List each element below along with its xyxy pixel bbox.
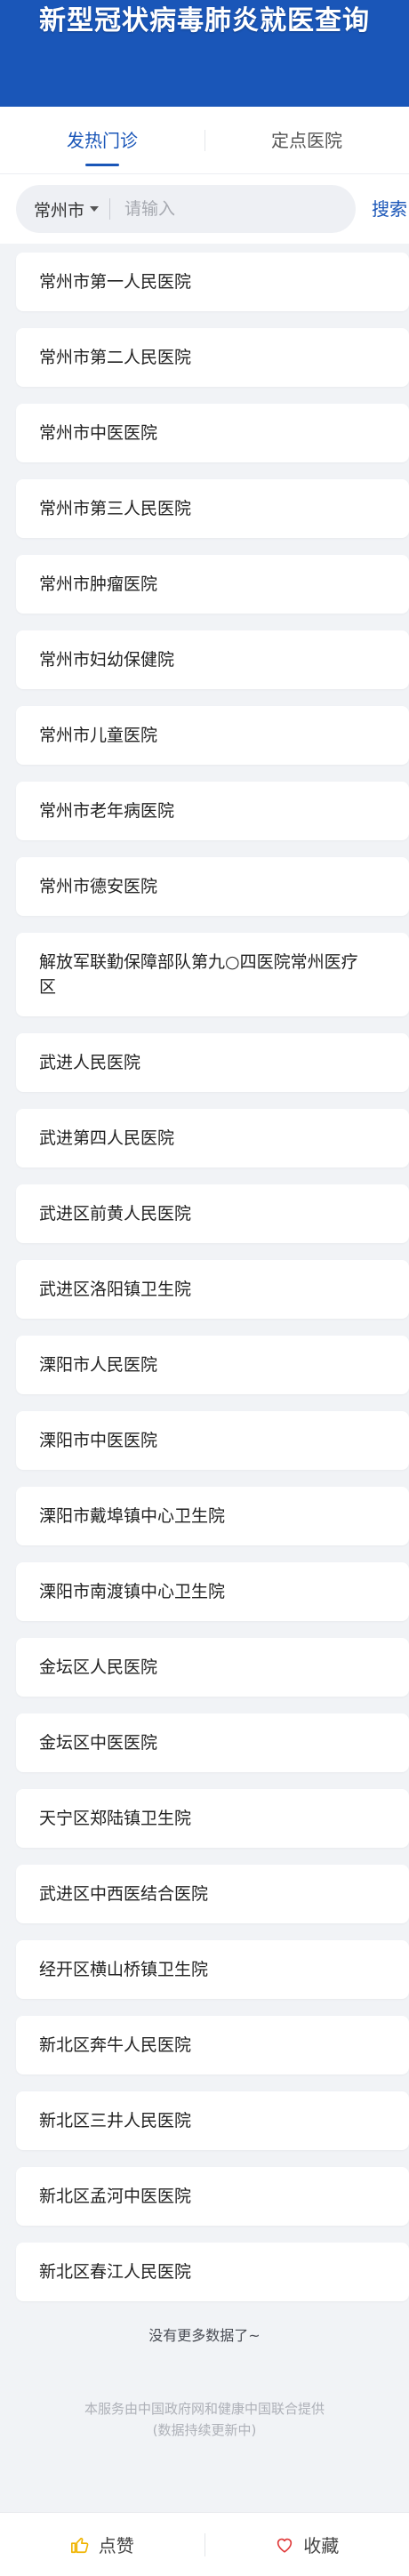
hospital-list-item[interactable]: 新北区三井人民医院 — [16, 2091, 409, 2150]
tab-bar: 发热门诊 定点医院 — [0, 107, 409, 174]
hospital-list-item[interactable]: 溧阳市南渡镇中心卫生院 — [16, 1562, 409, 1621]
page-title: 新型冠状病毒肺炎就医查询 — [39, 5, 370, 36]
disclaimer-line: (数据持续更新中) — [152, 2422, 257, 2438]
hospital-list-item[interactable]: 常州市妇幼保健院 — [16, 630, 409, 689]
search-divider — [109, 198, 111, 220]
hospital-list-item[interactable]: 常州市德安医院 — [16, 857, 409, 916]
no-more-text: 没有更多数据了~ — [148, 2327, 261, 2344]
hospital-list-item[interactable]: 武进人民医院 — [16, 1033, 409, 1092]
city-select-value: 常州市 — [34, 200, 85, 221]
hospital-list-item[interactable]: 武进区前黄人民医院 — [16, 1184, 409, 1243]
hospital-list-item[interactable]: 经开区横山桥镇卫生院 — [16, 1940, 409, 1999]
hospital-list-item[interactable]: 金坛区中医医院 — [16, 1713, 409, 1772]
hospital-list-item[interactable]: 常州市老年病医院 — [16, 782, 409, 840]
bottom-action-bar: 点赞 收藏 — [0, 2512, 409, 2576]
tab-fever-clinic[interactable]: 发热门诊 — [0, 107, 204, 173]
tab-designated-hospital[interactable]: 定点医院 — [204, 107, 409, 173]
hospital-list-item[interactable]: 新北区孟河中医医院 — [16, 2167, 409, 2226]
hospital-list-item[interactable]: 武进区中西医结合医院 — [16, 1865, 409, 1923]
hospital-list-item[interactable]: 天宁区郑陆镇卫生院 — [16, 1789, 409, 1848]
disclaimer-line: 本服务由中国政府网和健康中国联合提供 — [84, 2401, 325, 2417]
hospital-list-item[interactable]: 常州市第一人民医院 — [16, 253, 409, 311]
hospital-list-item[interactable]: 溧阳市戴埠镇中心卫生院 — [16, 1487, 409, 1545]
favorite-button[interactable]: 收藏 — [205, 2532, 409, 2557]
heart-icon — [277, 2538, 293, 2553]
hospital-list-item[interactable]: 武进第四人民医院 — [16, 1109, 409, 1168]
page-header: 新型冠状病毒肺炎就医查询 — [0, 0, 409, 107]
caret-down-icon — [90, 206, 100, 212]
hospital-list-item[interactable]: 常州市第二人民医院 — [16, 328, 409, 387]
thumbs-up-icon — [70, 2537, 89, 2553]
tab-fever-clinic-label: 发热门诊 — [67, 130, 138, 151]
tab-designated-hospital-label: 定点医院 — [271, 130, 342, 151]
hospital-list-item[interactable]: 金坛区人民医院 — [16, 1638, 409, 1697]
search-button[interactable]: 搜索 — [372, 174, 407, 244]
active-tab-indicator — [85, 164, 119, 166]
hospital-list-item[interactable]: 常州市儿童医院 — [16, 706, 409, 765]
favorite-label: 收藏 — [303, 2535, 340, 2556]
hospital-list-item[interactable]: 溧阳市中医医院 — [16, 1411, 409, 1470]
hospital-list-item[interactable]: 常州市中医医院 — [16, 404, 409, 462]
hospital-list-item[interactable]: 溧阳市人民医院 — [16, 1336, 409, 1394]
hospital-list-item[interactable]: 解放军联勤保障部队第九○四医院常州医疗区 — [16, 933, 409, 1016]
search-box: 常州市 — [16, 185, 356, 233]
search-input[interactable] — [124, 199, 285, 219]
like-button[interactable]: 点赞 — [0, 2532, 204, 2557]
hospital-list-item[interactable]: 常州市第三人民医院 — [16, 479, 409, 538]
hospital-list-item[interactable]: 武进区洛阳镇卫生院 — [16, 1260, 409, 1319]
hospital-list-item[interactable]: 新北区奔牛人民医院 — [16, 2016, 409, 2074]
search-bar: 常州市 搜索 — [0, 174, 409, 244]
hospital-list: 常州市第一人民医院 常州市第二人民医院 常州市中医医院 常州市第三人民医院 常州市肿瘤医… — [0, 244, 409, 2301]
hospital-list-item[interactable]: 新北区春江人民医院 — [16, 2243, 409, 2301]
like-label: 点赞 — [98, 2535, 134, 2556]
city-select[interactable]: 常州市 — [34, 197, 100, 221]
disclaimer: 本服务由中国政府网和健康中国联合提供 (数据持续更新中) — [0, 2398, 409, 2441]
hospital-list-item[interactable]: 常州市肿瘤医院 — [16, 555, 409, 614]
